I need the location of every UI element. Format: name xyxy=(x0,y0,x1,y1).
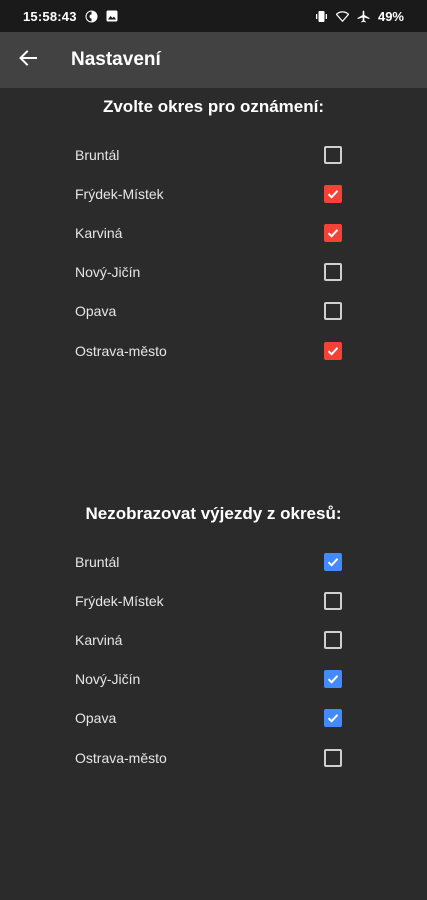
district-label: Nový-Jičín xyxy=(75,671,141,688)
hide-checkbox[interactable] xyxy=(324,709,342,728)
hide-district-list: Bruntál Frýdek-Místek Karviná Nový-Jičín… xyxy=(0,542,427,777)
notify-row-ostrava-mesto[interactable]: Ostrava-město xyxy=(0,331,427,370)
notify-row-bruntal[interactable]: Bruntál xyxy=(0,135,427,174)
status-bar: 15:58:43 49% xyxy=(0,0,427,32)
district-label: Ostrava-město xyxy=(75,342,167,359)
notify-row-novy-jicin[interactable]: Nový-Jičín xyxy=(0,253,427,292)
battery-percent: 49% xyxy=(377,8,404,24)
notify-checkbox[interactable] xyxy=(324,263,342,282)
district-label: Frýdek-Místek xyxy=(75,185,164,202)
district-label: Frýdek-Místek xyxy=(75,592,164,609)
hide-row-frydek-mistek[interactable]: Frýdek-Místek xyxy=(0,581,427,620)
hide-row-opava[interactable]: Opava xyxy=(0,699,427,738)
sync-icon xyxy=(85,10,98,23)
district-label: Nový-Jičín xyxy=(75,264,141,281)
district-label: Karviná xyxy=(75,224,123,241)
arrow-left-icon xyxy=(19,49,37,71)
hide-row-bruntal[interactable]: Bruntál xyxy=(0,542,427,581)
vibrate-icon xyxy=(315,10,328,23)
wifi-icon xyxy=(335,10,349,23)
hide-row-ostrava-mesto[interactable]: Ostrava-město xyxy=(0,738,427,777)
hide-section: Nezobrazovat výjezdy z okresů: Bruntál F… xyxy=(0,499,427,777)
status-left: 15:58:43 xyxy=(23,9,119,24)
notify-row-frydek-mistek[interactable]: Frýdek-Místek xyxy=(0,174,427,213)
status-time: 15:58:43 xyxy=(23,8,77,24)
image-icon xyxy=(106,10,119,23)
notify-checkbox[interactable] xyxy=(324,302,342,321)
district-label: Bruntál xyxy=(75,146,120,163)
app-bar: Nastavení xyxy=(0,32,427,88)
district-label: Karviná xyxy=(75,631,123,648)
notify-row-opava[interactable]: Opava xyxy=(0,292,427,331)
notify-checkbox[interactable] xyxy=(324,341,342,360)
district-label: Opava xyxy=(75,710,117,727)
page-title: Nastavení xyxy=(71,49,161,70)
hide-row-karvina[interactable]: Karviná xyxy=(0,620,427,659)
district-label: Ostrava-město xyxy=(75,749,167,766)
district-label: Bruntál xyxy=(75,553,120,570)
back-button[interactable] xyxy=(0,32,56,88)
notify-section-heading: Zvolte okres pro oznámení: xyxy=(102,97,325,116)
hide-checkbox[interactable] xyxy=(324,591,342,610)
hide-section-heading: Nezobrazovat výjezdy z okresů: xyxy=(85,504,342,523)
notify-checkbox[interactable] xyxy=(324,145,342,164)
notify-district-list: Bruntál Frýdek-Místek Karviná Nový-Jičín… xyxy=(0,135,427,370)
notify-section: Zvolte okres pro oznámení: Bruntál Frýde… xyxy=(0,92,427,370)
status-right: 49% xyxy=(315,9,404,24)
hide-row-novy-jicin[interactable]: Nový-Jičín xyxy=(0,660,427,699)
hide-checkbox[interactable] xyxy=(324,670,342,689)
notify-checkbox[interactable] xyxy=(324,223,342,242)
hide-checkbox[interactable] xyxy=(324,552,342,571)
hide-checkbox[interactable] xyxy=(324,630,342,649)
hide-checkbox[interactable] xyxy=(324,748,342,767)
notify-checkbox[interactable] xyxy=(324,184,342,203)
airplane-icon xyxy=(357,10,370,23)
district-label: Opava xyxy=(75,303,117,320)
notify-row-karvina[interactable]: Karviná xyxy=(0,213,427,252)
settings-screen: 15:58:43 49% Nastavení Zvolte okres pro … xyxy=(0,0,427,900)
